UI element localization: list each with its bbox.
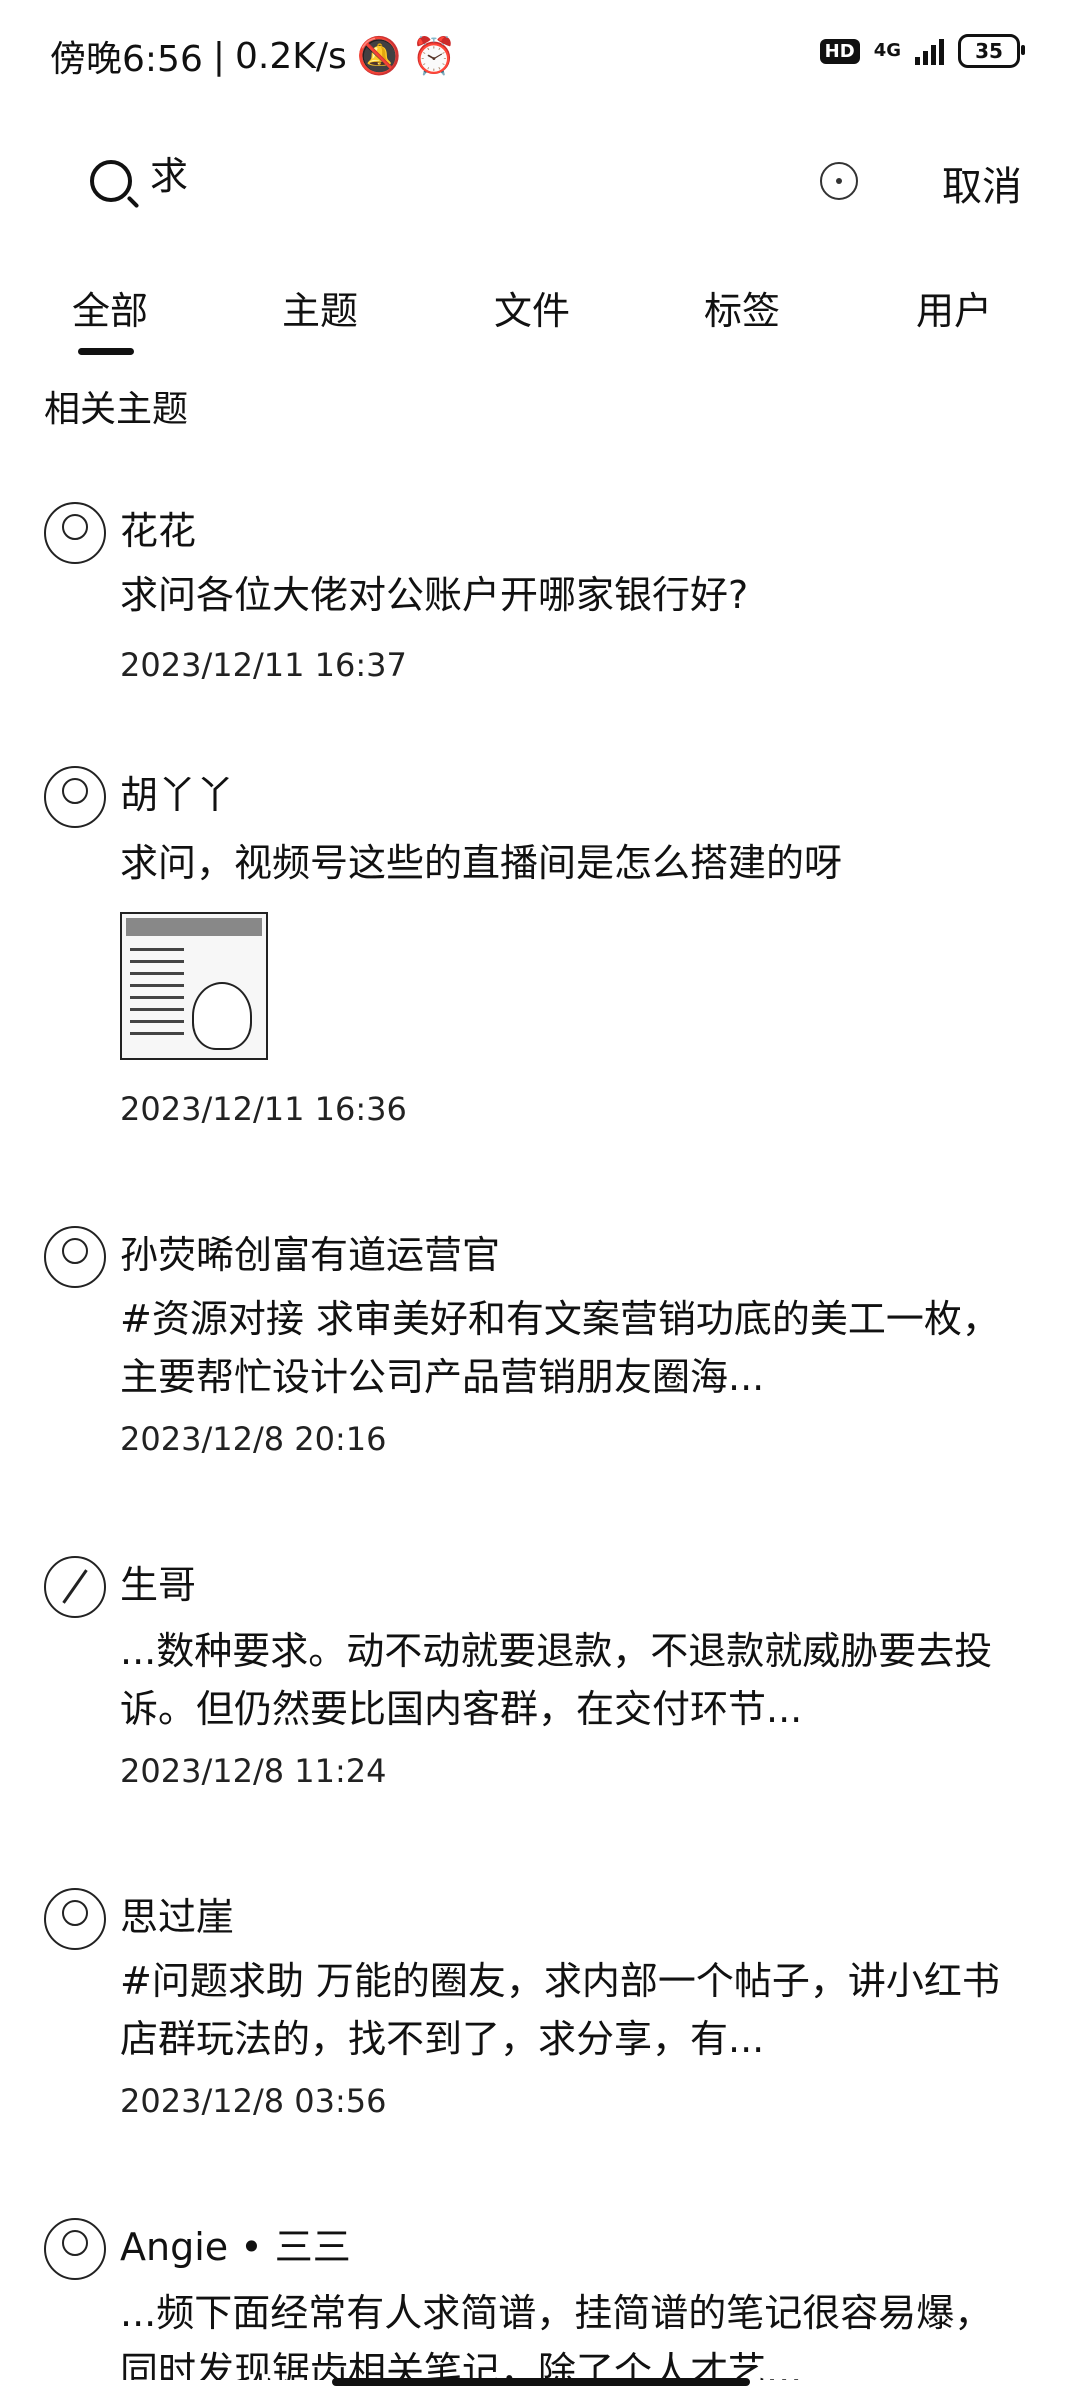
- result-image-thumbnail[interactable]: [120, 912, 268, 1060]
- result-author[interactable]: 生哥: [120, 1554, 196, 1609]
- result-date: 2023/12/11 16:36: [120, 1090, 407, 1128]
- cancel-button[interactable]: 取消: [942, 154, 1022, 212]
- result-author[interactable]: 孙荧晞创富有道运营官: [120, 1224, 500, 1279]
- thumbnail-text-lines: [130, 948, 184, 1044]
- hd-badge: HD: [819, 38, 860, 64]
- tab-topics[interactable]: 主题: [282, 280, 358, 335]
- search-bar: 取消: [0, 140, 1080, 230]
- result-date: 2023/12/8 20:16: [120, 1420, 387, 1458]
- avatar[interactable]: [44, 1888, 106, 1950]
- signal-bars-icon: [915, 37, 944, 65]
- battery-level: 35: [975, 39, 1003, 63]
- tab-tags[interactable]: 标签: [704, 280, 780, 335]
- result-text[interactable]: ...数种要求。动不动就要退款，不退款就威胁要去投诉。但仍然要比国内客群，在交付…: [120, 1622, 1020, 1738]
- result-author[interactable]: Angie • 三三: [120, 2216, 351, 2271]
- network-speed: 0.2K/s: [234, 35, 347, 77]
- tab-users[interactable]: 用户: [916, 280, 992, 335]
- battery-icon: 35: [958, 34, 1025, 68]
- result-text[interactable]: ...频下面经常有人求简谱，挂简谱的笔记很容易爆，同时发现锯齿相关笔记，除了个人…: [120, 2284, 1020, 2380]
- result-date: 2023/12/8 11:24: [120, 1752, 387, 1790]
- result-text[interactable]: #问题求助 万能的圈友，求内部一个帖子，讲小红书店群玩法的，找不到了，求分享，有…: [120, 1952, 1020, 2068]
- filter-tabs: 全部 主题 文件 标签 用户: [0, 280, 1080, 360]
- thumbnail-header: [126, 918, 262, 936]
- result-text[interactable]: #资源对接 求审美好和有文案营销功底的美工一枚，主要帮忙设计公司产品营销朋友圈海…: [120, 1290, 1020, 1406]
- clear-search-icon[interactable]: [820, 162, 858, 200]
- mute-bell-icon: 🔕: [356, 36, 402, 77]
- avatar[interactable]: [44, 766, 106, 828]
- result-author[interactable]: 花花: [120, 500, 196, 555]
- active-tab-indicator: [78, 348, 134, 355]
- thumbnail-person: [192, 982, 252, 1050]
- status-bar: 傍晚6:56 | 0.2K/s 🔕 ⏰ HD 4G 35: [0, 0, 1080, 110]
- home-indicator[interactable]: [332, 2378, 750, 2386]
- alarm-clock-icon: ⏰: [411, 36, 457, 77]
- tab-all[interactable]: 全部: [72, 280, 148, 335]
- network-type: 4G: [873, 40, 901, 61]
- avatar[interactable]: [44, 502, 106, 564]
- result-date: 2023/12/11 16:37: [120, 646, 407, 684]
- result-date: 2023/12/8 03:56: [120, 2082, 387, 2120]
- result-text[interactable]: 求问各位大佬对公账户开哪家银行好?: [120, 566, 1020, 624]
- search-icon: [90, 160, 132, 202]
- avatar[interactable]: [44, 1556, 106, 1618]
- result-author[interactable]: 思过崖: [120, 1886, 234, 1941]
- status-divider: |: [212, 35, 225, 77]
- tab-files[interactable]: 文件: [494, 280, 570, 335]
- result-author[interactable]: 胡丫丫: [120, 764, 234, 819]
- section-title: 相关主题: [44, 389, 189, 430]
- status-right: HD 4G 35: [819, 34, 1025, 68]
- status-time: 傍晚6:56: [50, 39, 203, 80]
- status-left: 傍晚6:56 | 0.2K/s 🔕 ⏰: [50, 30, 456, 82]
- avatar[interactable]: [44, 2218, 106, 2280]
- result-text[interactable]: 求问，视频号这些的直播间是怎么搭建的呀: [120, 834, 1020, 892]
- avatar[interactable]: [44, 1226, 106, 1288]
- search-input[interactable]: [148, 150, 752, 195]
